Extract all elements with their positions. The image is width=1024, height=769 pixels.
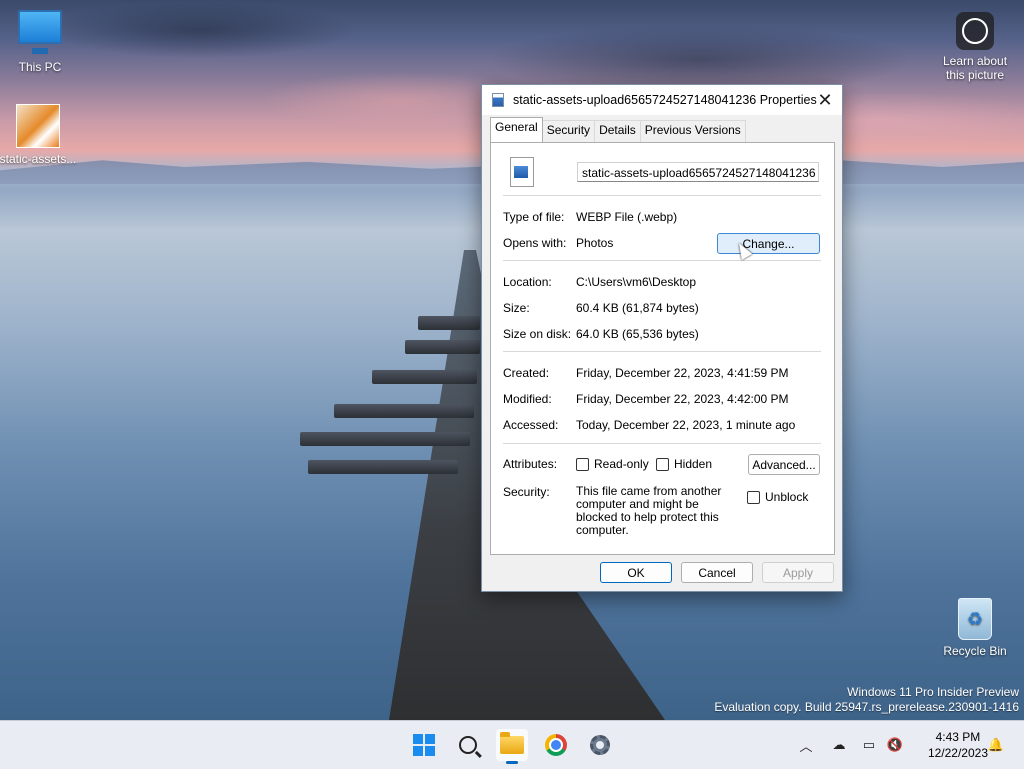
- folder-icon: [500, 732, 524, 754]
- clock-time: 4:43 PM: [935, 730, 981, 744]
- monitor-icon: [18, 10, 62, 44]
- checkbox-box[interactable]: [576, 457, 589, 471]
- type-label: Type of file:: [503, 210, 565, 224]
- clock-date: 12/22/2023: [927, 746, 988, 760]
- separator: [503, 443, 821, 444]
- image-file-icon: [510, 157, 534, 187]
- network-button[interactable]: ▭: [858, 721, 880, 769]
- recycle-bin-icon: ♻: [958, 598, 992, 640]
- wallpaper-plank: [418, 316, 480, 330]
- attributes-label: Attributes:: [503, 457, 558, 471]
- tab-strip: General Security Details Previous Versio…: [490, 117, 746, 142]
- hidden-label: Hidden: [674, 457, 713, 471]
- security-label: Security:: [503, 485, 550, 499]
- wallpaper-plank: [308, 460, 458, 474]
- search-icon: [459, 736, 477, 754]
- desktop-icon-recycle-bin[interactable]: ♻ Recycle Bin: [935, 598, 1015, 658]
- chrome-button[interactable]: [540, 729, 572, 761]
- modified-label: Modified:: [503, 392, 552, 406]
- readonly-label: Read-only: [594, 457, 649, 471]
- watermark-line-2: Evaluation copy. Build 25947.rs_prerelea…: [714, 700, 1019, 714]
- ok-button[interactable]: OK: [600, 562, 672, 583]
- desktop-icon-label: Learn about this picture: [942, 54, 1008, 82]
- active-indicator: [506, 761, 518, 764]
- close-icon: ✕: [817, 89, 833, 110]
- checkbox-box[interactable]: [656, 457, 669, 471]
- separator: [503, 260, 821, 261]
- cloud-offline-icon: ☁: [832, 737, 846, 752]
- type-value: WEBP File (.webp): [576, 210, 678, 224]
- created-value: Friday, December 22, 2023, 4:41:59 PM: [576, 366, 789, 380]
- size-on-disk-label: Size on disk:: [503, 327, 572, 341]
- desktop-icon-this-pc[interactable]: This PC: [0, 10, 80, 74]
- windows-watermark: Windows 11 Pro Insider Preview Evaluatio…: [714, 685, 1019, 715]
- file-name-input[interactable]: static-assets-upload6565724527148041236: [577, 162, 819, 182]
- dialog-titlebar[interactable]: static-assets-upload6565724527148041236 …: [482, 85, 842, 115]
- general-panel: static-assets-upload6565724527148041236 …: [490, 142, 835, 555]
- desktop-icon-label: static-assets...: [0, 152, 77, 166]
- taskbar: ︿ ☁ ▭ 🔇 4:43 PM 12/22/2023 🔔: [0, 720, 1024, 769]
- change-button[interactable]: Change...: [717, 233, 820, 254]
- image-thumbnail-icon: [16, 104, 60, 148]
- desktop-icon-learn-about-picture[interactable]: Learn about this picture: [935, 12, 1015, 82]
- opens-with-value: Photos: [576, 236, 614, 250]
- desktop-icon-label: Recycle Bin: [943, 644, 1007, 658]
- wallpaper-plank: [405, 340, 480, 354]
- settings-button[interactable]: [584, 729, 616, 761]
- onedrive-button[interactable]: ☁: [828, 721, 850, 769]
- desktop-icon-image-file[interactable]: static-assets...: [0, 104, 78, 166]
- clock[interactable]: 4:43 PM 12/22/2023: [928, 729, 988, 761]
- separator: [503, 351, 821, 352]
- tab-previous-versions[interactable]: Previous Versions: [639, 120, 746, 142]
- volume-button[interactable]: 🔇: [884, 721, 906, 769]
- learn-about-picture-icon: [956, 12, 994, 50]
- accessed-value: Today, December 22, 2023, 1 minute ago: [576, 418, 796, 432]
- start-button[interactable]: [408, 729, 440, 761]
- wallpaper-plank: [300, 432, 470, 446]
- tab-details[interactable]: Details: [594, 120, 641, 142]
- unblock-checkbox[interactable]: Unblock: [747, 490, 808, 504]
- volume-muted-icon: 🔇: [886, 737, 904, 752]
- accessed-label: Accessed:: [503, 418, 559, 432]
- chevron-up-icon: ︿: [799, 738, 813, 754]
- apply-button[interactable]: Apply: [762, 562, 834, 583]
- size-value: 60.4 KB (61,874 bytes): [576, 301, 699, 315]
- dialog-title: static-assets-upload6565724527148041236 …: [513, 93, 817, 107]
- tab-security[interactable]: Security: [541, 120, 596, 142]
- network-icon: ▭: [862, 737, 876, 752]
- hidden-checkbox[interactable]: Hidden: [656, 457, 712, 471]
- search-button[interactable]: [452, 729, 484, 761]
- close-button[interactable]: ✕: [808, 85, 842, 115]
- chrome-icon: [545, 734, 567, 756]
- watermark-line-1: Windows 11 Pro Insider Preview: [847, 685, 1019, 699]
- size-on-disk-value: 64.0 KB (65,536 bytes): [576, 327, 699, 341]
- unblock-label: Unblock: [765, 490, 809, 504]
- cancel-button[interactable]: Cancel: [681, 562, 753, 583]
- separator: [503, 195, 821, 196]
- opens-with-label: Opens with:: [503, 236, 567, 250]
- security-message: This file came from another computer and…: [576, 484, 722, 537]
- windows-logo-icon: [413, 734, 435, 756]
- tab-general[interactable]: General: [490, 117, 543, 142]
- monitor-stand: [32, 48, 48, 54]
- bell-icon: 🔔: [987, 737, 1005, 752]
- advanced-button[interactable]: Advanced...: [748, 454, 820, 475]
- readonly-checkbox[interactable]: Read-only: [576, 457, 649, 471]
- created-label: Created:: [503, 366, 550, 380]
- notifications-button[interactable]: 🔔: [986, 721, 1006, 769]
- location-label: Location:: [503, 275, 552, 289]
- size-label: Size:: [503, 301, 530, 315]
- checkbox-box[interactable]: [747, 490, 760, 504]
- modified-value: Friday, December 22, 2023, 4:42:00 PM: [576, 392, 789, 406]
- show-hidden-icons-button[interactable]: ︿: [796, 721, 816, 769]
- desktop-icon-label: This PC: [18, 60, 62, 74]
- properties-dialog: static-assets-upload6565724527148041236 …: [481, 84, 843, 592]
- file-explorer-button[interactable]: [496, 729, 528, 764]
- location-value: C:\Users\vm6\Desktop: [576, 275, 697, 289]
- gear-icon: [590, 735, 610, 755]
- wallpaper-plank: [372, 370, 477, 384]
- file-icon: [492, 93, 504, 107]
- wallpaper-plank: [334, 404, 474, 418]
